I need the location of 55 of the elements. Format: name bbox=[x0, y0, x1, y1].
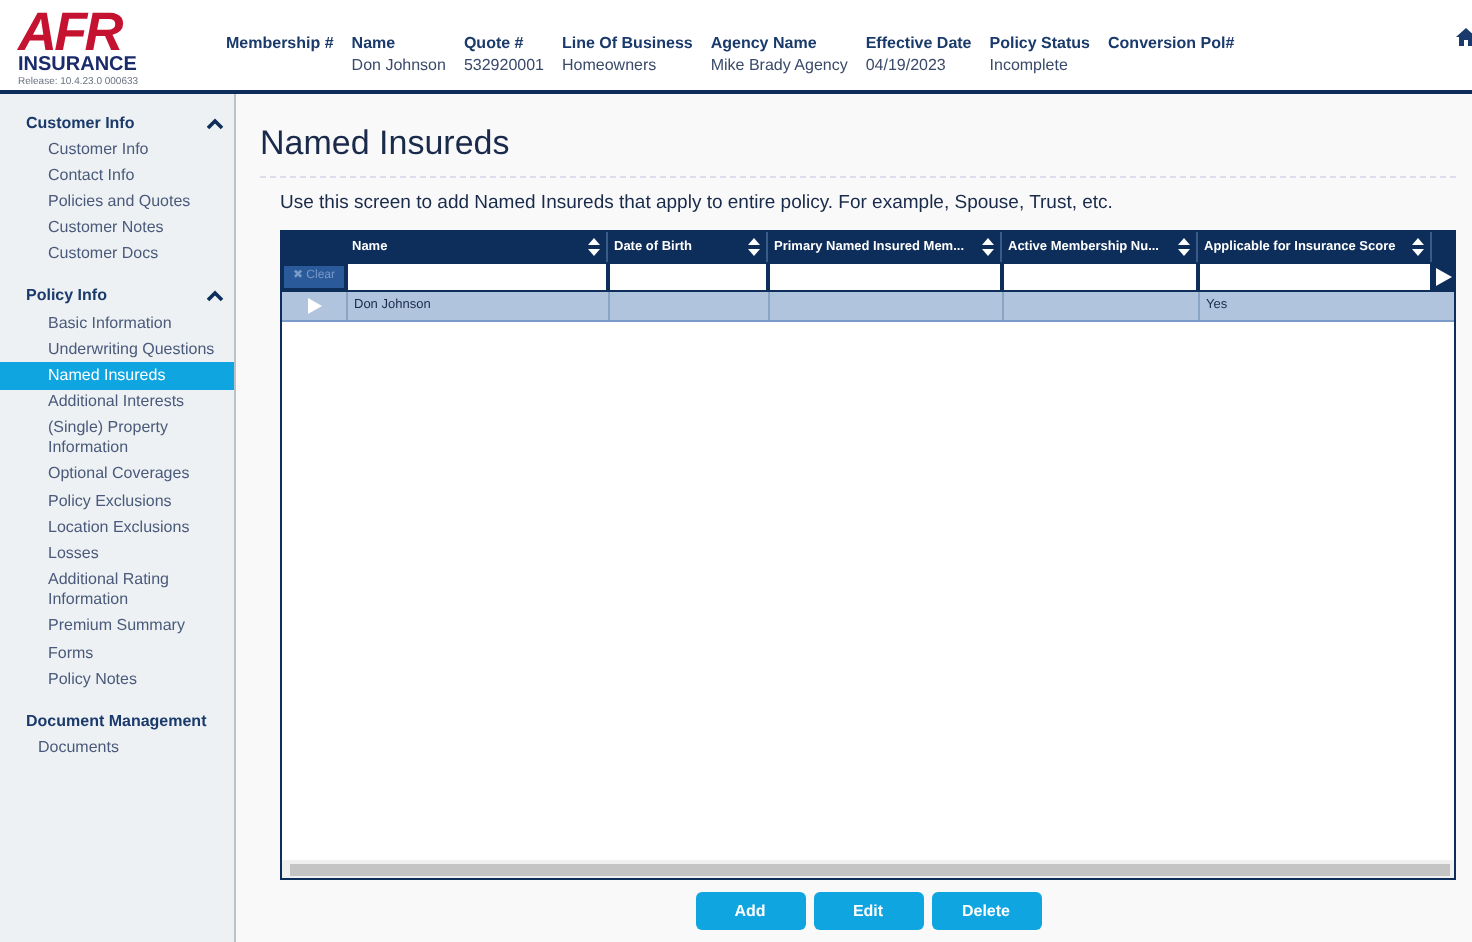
sidebar-item[interactable]: Contact Info bbox=[0, 162, 234, 189]
header-label: Quote # bbox=[463, 32, 526, 54]
header-label: Agency Name bbox=[710, 32, 819, 54]
sort-icon[interactable] bbox=[588, 238, 600, 257]
row-pointer-icon bbox=[307, 298, 321, 315]
header-label: Conversion Pol# bbox=[1108, 32, 1235, 54]
header-label: Policy Status bbox=[989, 32, 1091, 54]
sidebar-item[interactable]: Customer Info bbox=[0, 136, 234, 163]
chevron-up-icon[interactable] bbox=[206, 117, 224, 129]
section-title[interactable]: Policy Info bbox=[26, 284, 107, 309]
sidebar-item[interactable]: Additional Interests bbox=[0, 389, 234, 416]
sidebar-item[interactable]: Optional Coverages bbox=[0, 461, 234, 489]
play-icon[interactable] bbox=[1436, 268, 1452, 287]
section-title[interactable]: Document Management bbox=[26, 709, 207, 734]
sidebar-item[interactable]: Customer Docs bbox=[0, 241, 234, 268]
home-icon[interactable] bbox=[1456, 28, 1472, 46]
sidebar-item[interactable]: Additional Rating Information bbox=[0, 567, 234, 614]
header-label: Effective Date bbox=[865, 32, 972, 54]
header-label: Line Of Business bbox=[562, 32, 693, 54]
header-label: Membership # bbox=[226, 32, 334, 54]
sort-icon[interactable] bbox=[1178, 238, 1190, 257]
sort-icon[interactable] bbox=[748, 238, 760, 257]
sidebar-item[interactable]: Documents bbox=[0, 734, 234, 762]
filter-field[interactable] bbox=[770, 264, 1000, 291]
filter-field[interactable] bbox=[610, 264, 766, 291]
header-value: Incomplete bbox=[989, 54, 1070, 76]
header-label: Name bbox=[351, 32, 398, 54]
logo-letters: AFR bbox=[18, 8, 122, 56]
sidebar-item[interactable]: Policy Notes bbox=[0, 666, 234, 693]
header-value: Homeowners bbox=[562, 54, 659, 76]
filter-field[interactable] bbox=[1200, 264, 1430, 291]
sidebar-item[interactable]: (Single) Property Information bbox=[0, 415, 234, 462]
sidebar-item[interactable]: Policies and Quotes bbox=[0, 188, 234, 216]
sidebar-item[interactable]: Losses bbox=[0, 540, 234, 568]
description-text: Use this screen to add Named Insureds that apply to entire policy. For example, Spouse, Trust, etc. bbox=[278, 190, 1115, 218]
sidebar-item[interactable]: Policy Exclusions bbox=[0, 488, 234, 515]
logo-word: INSURANCE bbox=[18, 56, 139, 76]
filter-field[interactable] bbox=[348, 264, 606, 291]
sort-icon[interactable] bbox=[1412, 238, 1424, 257]
sidebar-item[interactable]: Basic Information bbox=[0, 309, 234, 337]
header-value: Don Johnson bbox=[351, 54, 446, 76]
chevron-up-icon[interactable] bbox=[206, 290, 224, 303]
header-value: Mike Brady Agency bbox=[710, 54, 848, 76]
sidebar-item[interactable]: Premium Summary bbox=[0, 613, 234, 640]
filter-field[interactable] bbox=[1004, 264, 1196, 291]
section-title[interactable]: Customer Info bbox=[26, 111, 135, 135]
sort-icon[interactable] bbox=[982, 238, 994, 257]
sidebar-item[interactable]: Location Exclusions bbox=[0, 514, 234, 541]
header-value: 04/19/2023 bbox=[865, 54, 948, 76]
header-value: 532920001 bbox=[463, 54, 544, 76]
sidebar-item[interactable]: Forms bbox=[0, 640, 234, 667]
horizontal-scrollbar[interactable] bbox=[282, 860, 1454, 879]
sidebar-item[interactable]: Customer Notes bbox=[0, 215, 234, 242]
sidebar-item[interactable]: Underwriting Questions bbox=[0, 336, 234, 363]
page-title: Named Insureds bbox=[260, 94, 1456, 178]
